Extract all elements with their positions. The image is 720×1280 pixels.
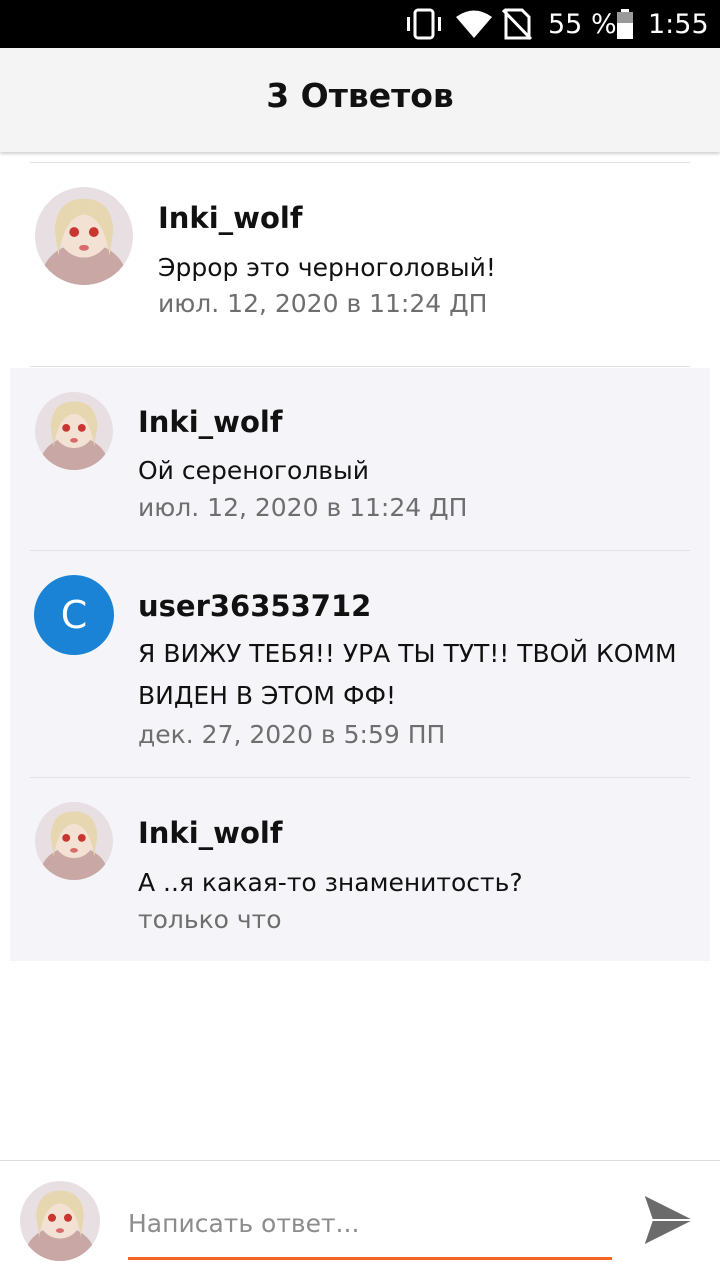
vibrate-icon xyxy=(407,8,441,40)
battery-percentage: 55 % xyxy=(548,9,617,40)
letter-avatar[interactable]: C xyxy=(34,575,114,655)
reply-author[interactable]: Inki_wolf xyxy=(138,815,282,851)
divider xyxy=(30,366,690,367)
comment-date: июл. 12, 2020 в 11:24 ДП xyxy=(158,289,488,318)
reply-text: Я ВИЖУ ТЕБЯ!! УРА ТЫ ТУТ!! ТВОЙ КОММ ВИД… xyxy=(138,639,677,710)
send-icon[interactable] xyxy=(640,1191,698,1249)
replies-list: Inki_wolf Ой сереноголвый июл. 12, 2020 … xyxy=(10,368,710,961)
no-sim-icon xyxy=(502,8,532,40)
reply-input[interactable] xyxy=(128,1201,612,1245)
reply-date: дек. 27, 2020 в 5:59 ПП xyxy=(138,720,446,749)
reply-author[interactable]: Inki_wolf xyxy=(138,404,282,440)
page-title: 3 Ответов xyxy=(266,76,454,115)
input-underline xyxy=(128,1257,612,1260)
status-bar: 55 % 1:55 xyxy=(0,0,720,48)
current-user-avatar xyxy=(20,1181,100,1261)
user-avatar[interactable] xyxy=(35,392,113,470)
reply-author[interactable]: user36353712 xyxy=(138,588,371,624)
comment-text: Эррор это черноголовый! xyxy=(158,253,496,282)
user-avatar[interactable] xyxy=(35,187,133,285)
reply-text: Ой сереноголвый xyxy=(138,456,370,485)
comment-author[interactable]: Inki_wolf xyxy=(158,200,302,236)
battery-icon xyxy=(617,9,633,39)
divider xyxy=(30,550,690,551)
reply-date: июл. 12, 2020 в 11:24 ДП xyxy=(138,493,468,522)
user-avatar[interactable] xyxy=(35,802,113,880)
reply-date: только что xyxy=(138,905,282,934)
divider xyxy=(30,162,690,163)
wifi-icon xyxy=(456,10,492,38)
divider xyxy=(30,777,690,778)
header-bar: 3 Ответов xyxy=(0,48,720,152)
reply-composer xyxy=(0,1160,720,1280)
clock: 1:55 xyxy=(648,9,709,40)
reply-text: А ..я какая-то знаменитость? xyxy=(138,868,523,897)
